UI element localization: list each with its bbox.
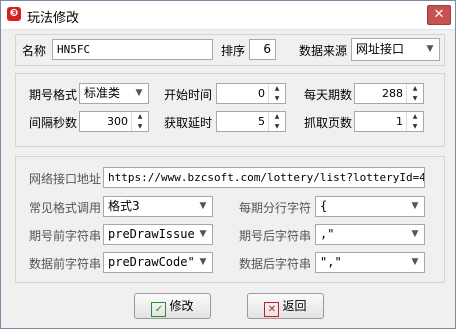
data-suffix-value: "," <box>320 255 342 269</box>
data-prefix-value: preDrawCode":" <box>108 255 194 269</box>
spinner-arrows[interactable]: ▲ ▼ <box>131 112 148 131</box>
common-format-label: 常见格式调用 <box>29 201 102 215</box>
spin-down-icon[interactable]: ▼ <box>269 122 285 131</box>
daily-periods-label: 每天期数 <box>304 88 353 102</box>
fetch-pages-value: 1 <box>396 115 403 128</box>
back-button-label: 返回 <box>282 299 307 313</box>
period-suffix-value: ," <box>320 227 335 241</box>
spinner-arrows[interactable]: ▲ ▼ <box>406 84 423 103</box>
spin-down-icon[interactable]: ▼ <box>269 94 285 103</box>
spin-up-icon[interactable]: ▲ <box>269 112 285 121</box>
period-suffix-label: 期号后字符串 <box>239 229 312 243</box>
common-format-value: 格式3 <box>108 199 140 213</box>
data-prefix-select[interactable]: preDrawCode":" ▼ <box>103 252 213 273</box>
fetch-pages-label: 抓取页数 <box>304 116 353 130</box>
title-bar: ❸ 玩法修改 ✕ <box>1 1 455 30</box>
name-label: 名称 <box>22 44 47 58</box>
spin-up-icon[interactable]: ▲ <box>407 84 423 93</box>
period-format-select[interactable]: 标准类 ▼ <box>79 83 149 104</box>
data-source-select[interactable]: 网址接口 ▼ <box>351 38 440 61</box>
start-time-spinner[interactable]: 0 ▲ ▼ <box>216 83 286 104</box>
period-prefix-label: 期号前字符串 <box>29 229 102 243</box>
x-icon: ✕ <box>264 302 280 317</box>
daily-periods-value: 288 <box>382 87 403 100</box>
fetch-delay-value: 5 <box>258 115 265 128</box>
spinner-arrows[interactable]: ▲ ▼ <box>268 112 285 131</box>
name-field[interactable]: HN5FC <box>52 39 213 60</box>
fetch-delay-label: 获取延时 <box>164 116 213 130</box>
app-logo-icon: ❸ <box>7 7 21 21</box>
period-format-value: 标准类 <box>84 86 121 100</box>
spin-down-icon[interactable]: ▼ <box>132 122 148 131</box>
interval-label: 间隔秒数 <box>29 116 78 130</box>
window-title: 玩法修改 <box>27 11 80 26</box>
close-button[interactable]: ✕ <box>427 5 451 25</box>
chevron-down-icon: ▼ <box>199 229 207 239</box>
chevron-down-icon: ▼ <box>411 201 419 211</box>
chevron-down-icon: ▼ <box>199 257 207 267</box>
common-format-select[interactable]: 格式3 ▼ <box>103 196 213 217</box>
interval-value: 300 <box>107 115 128 128</box>
spin-up-icon[interactable]: ▲ <box>407 112 423 121</box>
chevron-down-icon: ▼ <box>199 201 207 211</box>
modify-button[interactable]: ✓ 修改 <box>134 293 211 319</box>
period-format-label: 期号格式 <box>29 88 78 102</box>
order-label: 排序 <box>221 44 246 58</box>
data-source-value: 网址接口 <box>356 42 405 56</box>
spin-up-icon[interactable]: ▲ <box>269 84 285 93</box>
chevron-down-icon: ▼ <box>426 44 434 54</box>
spin-up-icon[interactable]: ▲ <box>132 112 148 121</box>
data-prefix-label: 数据前字符串 <box>29 257 102 271</box>
fetch-pages-spinner[interactable]: 1 ▲ ▼ <box>354 111 424 132</box>
spinner-arrows[interactable]: ▲ ▼ <box>406 112 423 131</box>
back-button[interactable]: ✕ 返回 <box>247 293 324 319</box>
start-time-label: 开始时间 <box>164 88 213 102</box>
url-label: 网络接口地址 <box>29 172 102 186</box>
chevron-down-icon: ▼ <box>135 88 143 98</box>
url-field[interactable]: https://www.bzcsoft.com/lottery/list?lot… <box>103 167 425 188</box>
spinner-arrows[interactable]: ▲ ▼ <box>268 84 285 103</box>
check-icon: ✓ <box>151 302 167 317</box>
dialog-window: ❸ 玩法修改 ✕ 名称 HN5FC 排序 6 数据来源 网址接口 ▼ 期号格式 … <box>0 0 456 329</box>
chevron-down-icon: ▼ <box>411 257 419 267</box>
interval-spinner[interactable]: 300 ▲ ▼ <box>79 111 149 132</box>
data-suffix-select[interactable]: "," ▼ <box>315 252 425 273</box>
split-char-value: { <box>320 199 328 213</box>
data-source-label: 数据来源 <box>299 44 348 58</box>
fetch-delay-spinner[interactable]: 5 ▲ ▼ <box>216 111 286 132</box>
period-prefix-select[interactable]: preDrawIssue": ▼ <box>103 224 213 245</box>
modify-button-label: 修改 <box>169 299 194 313</box>
chevron-down-icon: ▼ <box>411 229 419 239</box>
start-time-value: 0 <box>258 87 265 100</box>
split-char-select[interactable]: { ▼ <box>315 196 425 217</box>
data-suffix-label: 数据后字符串 <box>239 257 312 271</box>
daily-periods-spinner[interactable]: 288 ▲ ▼ <box>354 83 424 104</box>
split-char-label: 每期分行字符 <box>239 201 312 215</box>
period-suffix-select[interactable]: ," ▼ <box>315 224 425 245</box>
spin-down-icon[interactable]: ▼ <box>407 122 423 131</box>
order-field[interactable]: 6 <box>249 39 276 60</box>
spin-down-icon[interactable]: ▼ <box>407 94 423 103</box>
period-prefix-value: preDrawIssue": <box>108 227 194 241</box>
